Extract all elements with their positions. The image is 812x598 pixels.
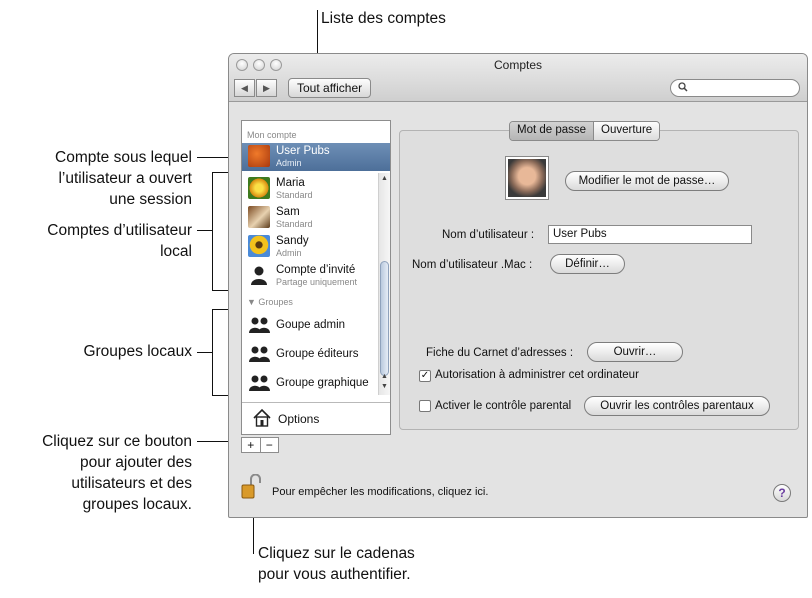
basketball-avatar-icon [248, 145, 270, 167]
scroll-down-icon[interactable]: ▼ [381, 383, 388, 390]
back-arrow-icon: ◀ [241, 83, 248, 93]
accounts-scrollbar[interactable]: ▲ ▲ ▼ [378, 173, 390, 395]
tab-login-items[interactable]: Ouverture [593, 122, 660, 140]
flower-avatar-icon [248, 177, 270, 199]
parental-checkbox-label: Activer le contrôle parental [435, 400, 572, 412]
title-bar: Comptes ◀ ▶ Tout afficher [229, 54, 807, 102]
account-row[interactable]: Maria Standard [242, 175, 379, 203]
show-all-button[interactable]: Tout afficher [288, 78, 372, 98]
callout-text: pour vous authentifier. [258, 566, 411, 583]
search-input[interactable] [670, 79, 800, 97]
account-name: Sandy [276, 235, 309, 247]
callout-text: Cliquez sur ce bouton [42, 433, 192, 450]
accounts-list[interactable]: Mon compte User Pubs Admin Maria Standar… [241, 120, 391, 435]
group-icon [248, 342, 270, 364]
define-button[interactable]: Définir… [550, 254, 625, 274]
callout-text: Comptes d’utilisateur [47, 222, 192, 239]
my-account-header: Mon compte [247, 130, 297, 140]
account-name: Maria [276, 177, 305, 189]
group-row[interactable]: Groupe éditeurs [242, 340, 379, 368]
account-row-current[interactable]: User Pubs Admin [242, 143, 390, 171]
callout-accounts-list: Liste des comptes [321, 10, 446, 27]
forward-arrow-icon: ▶ [263, 83, 270, 93]
callout-text: Cliquez sur le cadenas [258, 545, 415, 562]
admin-checkbox[interactable]: ✓ [419, 370, 431, 382]
change-password-button[interactable]: Modifier le mot de passe… [565, 171, 729, 191]
callout-lock: Cliquez sur le cadenas pour vous authent… [258, 543, 415, 585]
options-label: Options [278, 412, 320, 426]
group-row[interactable]: Groupe graphique [242, 369, 379, 397]
scroll-up-icon[interactable]: ▲ [381, 175, 388, 182]
group-name: Groupe graphique [276, 377, 369, 389]
callout-text: l’utilisateur a ouvert [58, 170, 192, 187]
open-card-button[interactable]: Ouvrir… [587, 342, 683, 362]
callout-text: Compte sous lequel [55, 149, 192, 166]
callout-add-button: Cliquez sur ce bouton pour ajouter des u… [0, 431, 192, 515]
dog-avatar-icon [248, 206, 270, 228]
callout-text: local [160, 243, 192, 260]
remove-account-button[interactable]: − [259, 438, 279, 452]
group-row[interactable]: Goupe admin [242, 311, 379, 339]
account-role: Partage uniquement [276, 277, 358, 287]
add-account-button[interactable]: + [242, 438, 260, 452]
callout-line [212, 309, 213, 396]
account-name: User Pubs [276, 145, 330, 157]
options-button[interactable]: Options [242, 402, 390, 434]
forward-button[interactable]: ▶ [256, 79, 277, 97]
username-field[interactable]: User Pubs [548, 225, 752, 244]
group-name: Goupe admin [276, 319, 346, 331]
tab-password[interactable]: Mot de passe [510, 122, 594, 140]
sunflower-avatar-icon [248, 235, 270, 257]
help-button[interactable]: ? [773, 484, 791, 502]
callout-text: une session [109, 191, 192, 208]
accounts-window: Comptes ◀ ▶ Tout afficher Mon compte Use… [228, 53, 808, 518]
admin-checkbox-label: Autorisation à administrer cet ordinateu… [435, 369, 639, 381]
callout-local-accounts: Comptes d’utilisateur local [0, 220, 192, 262]
account-role: Standard [276, 190, 313, 200]
callout-text: groupes locaux. [82, 496, 192, 513]
scroll-up-icon[interactable]: ▲ [381, 373, 388, 380]
mac-username-label: Nom d’utilisateur .Mac : [412, 259, 533, 271]
lock-hint-text: Pour empêcher les modifications, cliquez… [272, 486, 489, 498]
address-book-label: Fiche du Carnet d’adresses : [426, 347, 574, 359]
scrollbar-thumb[interactable] [380, 261, 389, 376]
account-role: Admin [276, 248, 302, 258]
account-name: Compte d’invité [276, 264, 356, 276]
callout-local-groups: Groupes locaux [83, 343, 192, 360]
account-row-guest[interactable]: Compte d’invité Partage uniquement [242, 262, 379, 290]
groups-header[interactable]: ▼ Groupes [247, 297, 293, 307]
open-parental-controls-button[interactable]: Ouvrir les contrôles parentaux [584, 396, 770, 416]
add-remove-control: + − [241, 437, 279, 453]
house-icon [252, 408, 272, 433]
callout-text: utilisateurs et des [71, 475, 192, 492]
lock-icon[interactable] [241, 473, 261, 500]
group-icon [248, 313, 270, 335]
back-button[interactable]: ◀ [234, 79, 255, 97]
callout-line [197, 352, 212, 353]
portrait-photo [508, 159, 546, 197]
callout-text: pour ajouter des [79, 454, 192, 471]
search-icon [678, 82, 688, 95]
user-picture[interactable] [505, 156, 549, 200]
account-row[interactable]: Sam Standard [242, 204, 379, 232]
account-row[interactable]: Sandy Admin [242, 233, 379, 261]
group-icon [248, 371, 270, 393]
guest-user-icon [248, 264, 270, 286]
callout-login-account: Compte sous lequel l’utilisateur a ouver… [0, 147, 192, 210]
callout-line [197, 230, 212, 231]
username-label: Nom d’utilisateur : [442, 229, 535, 241]
account-role: Admin [276, 158, 302, 168]
account-name: Sam [276, 206, 300, 218]
parental-checkbox[interactable] [419, 400, 431, 412]
window-title: Comptes [493, 58, 543, 72]
account-role: Standard [276, 219, 313, 229]
detail-tabs: Mot de passe Ouverture [509, 121, 661, 141]
group-name: Groupe éditeurs [276, 348, 359, 360]
callout-line [212, 172, 213, 291]
